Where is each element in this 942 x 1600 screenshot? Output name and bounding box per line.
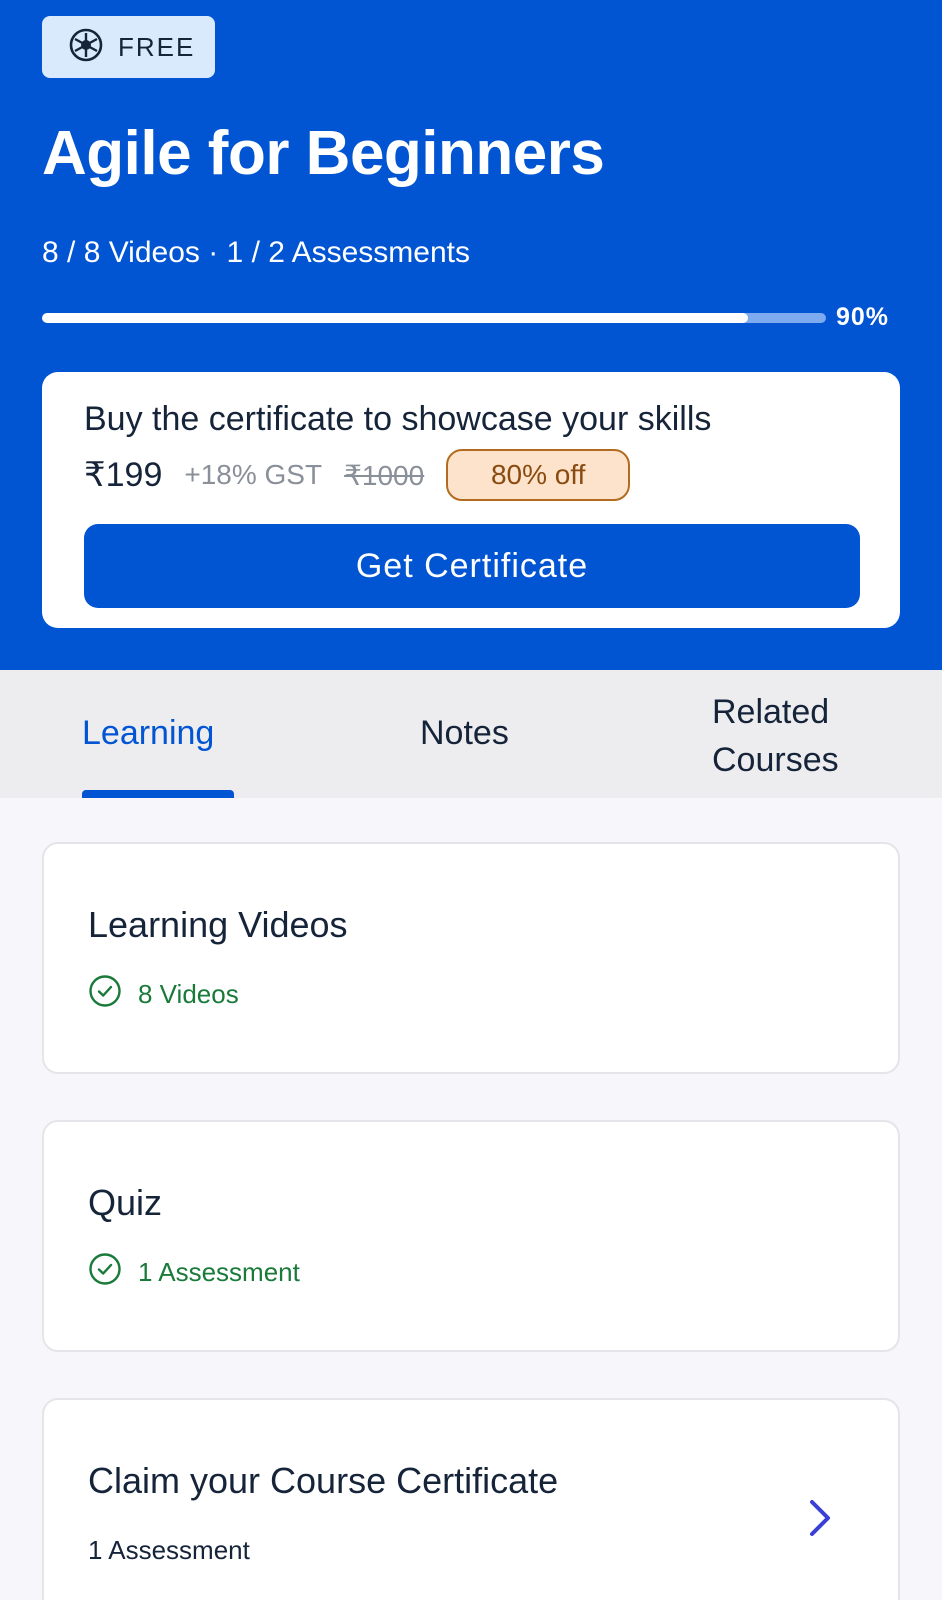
active-tab-indicator <box>82 790 234 798</box>
free-badge-icon <box>68 27 104 68</box>
certificate-offer-heading: Buy the certificate to showcase your ski… <box>84 400 712 438</box>
course-progress-percent: 90% <box>836 303 890 331</box>
tab-notes[interactable]: Notes <box>420 714 509 753</box>
price-row: ₹199 +18% GST ₹1000 80% off <box>84 449 631 501</box>
quiz-card[interactable]: Quiz 1 Assessment <box>42 1120 900 1352</box>
learning-videos-status: 8 Videos <box>88 974 239 1015</box>
tab-bar: Learning Notes Related Courses <box>0 670 942 798</box>
quiz-title: Quiz <box>88 1182 163 1223</box>
course-title: Agile for Beginners <box>42 119 605 188</box>
original-price: ₹1000 <box>344 459 425 491</box>
claim-certificate-count: 1 Assessment <box>88 1534 250 1565</box>
course-progress-fill <box>42 313 748 323</box>
chevron-right-icon[interactable] <box>804 1496 834 1540</box>
quiz-count: 1 Assessment <box>138 1256 300 1287</box>
discount-badge: 80% off <box>446 449 631 501</box>
course-progress-bar <box>42 313 826 323</box>
certificate-price: ₹199 <box>84 456 163 494</box>
free-badge: FREE <box>42 16 215 78</box>
claim-certificate-card[interactable]: Claim your Course Certificate 1 Assessme… <box>42 1398 900 1600</box>
learning-videos-card[interactable]: Learning Videos 8 Videos <box>42 842 900 1074</box>
learning-videos-count: 8 Videos <box>138 978 239 1009</box>
course-progress-meta: 8 / 8 Videos · 1 / 2 Assessments <box>42 236 470 269</box>
check-circle-icon <box>88 974 138 1015</box>
check-circle-icon <box>88 1252 138 1293</box>
quiz-status: 1 Assessment <box>88 1252 300 1293</box>
claim-certificate-status: 1 Assessment <box>88 1532 250 1568</box>
get-certificate-button[interactable]: Get Certificate <box>84 524 860 608</box>
gst-note: +18% GST <box>184 459 323 490</box>
tab-related-courses[interactable]: Related Courses <box>712 688 882 784</box>
certificate-offer-card: Buy the certificate to showcase your ski… <box>42 372 900 628</box>
claim-certificate-title: Claim your Course Certificate <box>88 1460 559 1501</box>
tab-learning[interactable]: Learning <box>82 714 214 753</box>
free-badge-label: FREE <box>118 31 196 62</box>
learning-videos-title: Learning Videos <box>88 904 348 945</box>
course-header: FREE Agile for Beginners 8 / 8 Videos · … <box>0 0 942 670</box>
